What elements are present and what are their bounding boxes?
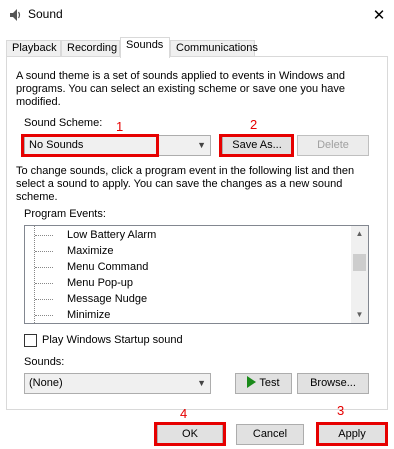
list-item[interactable]: Minimize [25,307,353,323]
annotation-number-1: 1 [116,119,124,134]
list-item[interactable]: Menu Command [25,259,353,275]
tab-sounds[interactable]: Sounds [120,37,170,58]
close-button[interactable]: ✕ [364,0,394,30]
scheme-value: No Sounds [29,139,84,151]
program-events-list[interactable]: Low Battery Alarm Maximize Menu Command … [24,225,369,324]
annotation-number-3: 3 [337,403,345,418]
close-icon: ✕ [372,7,386,24]
startup-sound-label: Play Windows Startup sound [42,334,183,346]
title-bar: Sound ✕ [0,0,394,30]
save-as-button[interactable]: Save As... [222,135,292,156]
play-icon [247,376,257,388]
scroll-down-icon[interactable]: ▼ [351,307,368,323]
scroll-thumb[interactable] [353,254,366,271]
scroll-up-icon[interactable]: ▲ [351,226,368,242]
list-item[interactable]: Maximize [25,243,353,259]
apply-button[interactable]: Apply [318,424,386,445]
speaker-icon [10,9,21,21]
annotation-number-2: 2 [250,117,258,132]
sound-value: (None) [29,377,63,389]
scheme-label: Sound Scheme: [24,117,103,129]
sound-select[interactable]: (None) ▼ [24,373,211,394]
window-title: Sound [28,7,63,21]
annotation-number-4: 4 [180,406,188,421]
tab-playback[interactable]: Playback [6,40,61,57]
events-scrollbar[interactable]: ▲ ▼ [351,226,368,323]
theme-description: A sound theme is a set of sounds applied… [16,70,345,108]
scheme-select[interactable]: No Sounds ▼ [24,135,211,156]
list-item[interactable]: Low Battery Alarm [25,227,353,243]
browse-button[interactable]: Browse... [297,373,369,394]
change-description: To change sounds, click a program event … [16,165,355,203]
ok-button[interactable]: OK [157,424,223,445]
events-label: Program Events: [24,208,106,220]
list-item[interactable]: Message Nudge [25,291,353,307]
chevron-down-icon: ▼ [197,378,206,388]
delete-button[interactable]: Delete [297,135,369,156]
test-button[interactable]: Test [235,373,292,394]
tab-communications[interactable]: Communications [170,40,258,57]
list-item[interactable]: Menu Pop-up [25,275,353,291]
startup-sound-checkbox[interactable] [24,334,37,347]
cancel-button[interactable]: Cancel [236,424,304,445]
sounds-label: Sounds: [24,356,65,368]
tab-recording[interactable]: Recording [61,40,120,57]
chevron-down-icon: ▼ [197,140,206,150]
